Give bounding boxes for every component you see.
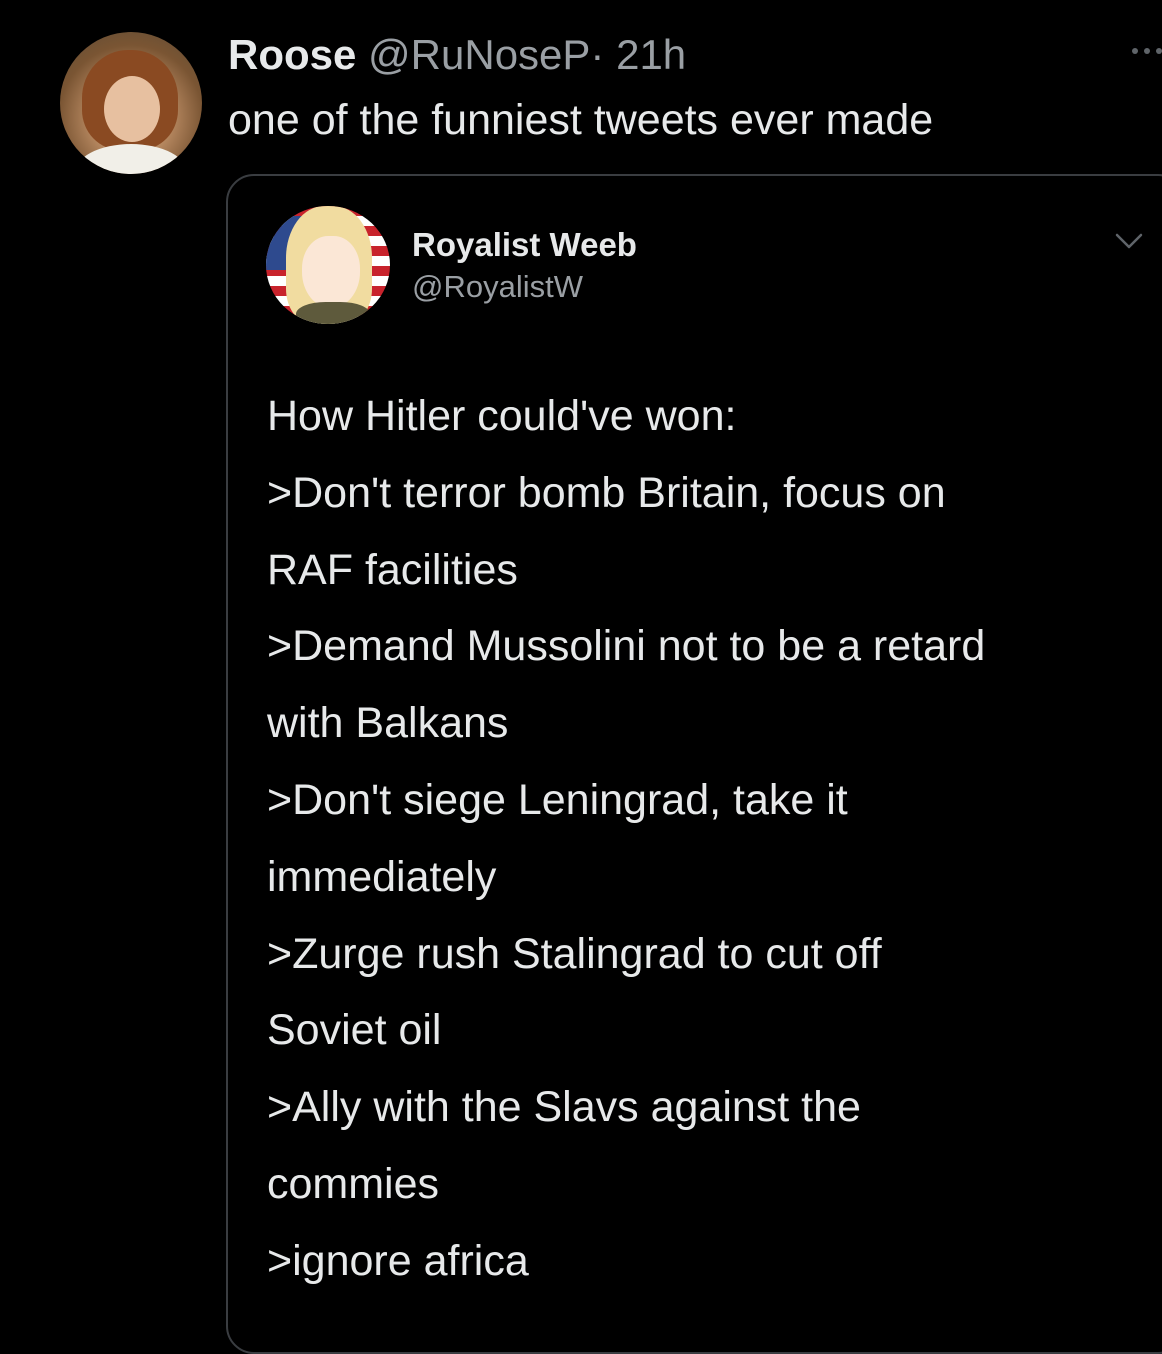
quoted-tweet-text: How Hitler could've won: >Don't terror b… bbox=[267, 378, 985, 1300]
tweet-text: one of the funniest tweets ever made bbox=[228, 96, 934, 144]
quoted-text-line: RAF facilities bbox=[267, 545, 518, 594]
more-icon-dot bbox=[1132, 48, 1138, 54]
chevron-down-icon[interactable] bbox=[1114, 230, 1144, 252]
quoted-avatar[interactable] bbox=[266, 206, 390, 324]
author-handle[interactable]: @RuNoseP bbox=[368, 31, 590, 78]
quoted-text-line: immediately bbox=[267, 852, 497, 901]
quoted-text-line: >Demand Mussolini not to be a retard bbox=[267, 622, 986, 671]
tweet-header: Roose @RuNoseP· 21h bbox=[228, 30, 686, 80]
quoted-text-line: >Zurge rush Stalingrad to cut off bbox=[267, 929, 882, 978]
avatar[interactable] bbox=[60, 32, 202, 174]
quoted-handle[interactable]: @RoyalistW bbox=[412, 268, 583, 306]
avatar-face bbox=[104, 76, 160, 142]
quoted-text-line: with Balkans bbox=[267, 699, 509, 748]
more-icon[interactable] bbox=[1132, 44, 1162, 58]
author-display-name[interactable]: Roose bbox=[228, 31, 356, 78]
more-icon-dot bbox=[1144, 48, 1150, 54]
quoted-text-line: >Don't terror bomb Britain, focus on bbox=[267, 468, 946, 517]
avatar-uniform bbox=[296, 302, 370, 324]
quoted-text-line: commies bbox=[267, 1159, 440, 1208]
more-icon-dot bbox=[1156, 48, 1162, 54]
separator-dot: · bbox=[590, 31, 605, 78]
avatar-shirt bbox=[74, 144, 188, 174]
tweet: Roose @RuNoseP· 21h one of the funniest … bbox=[0, 0, 1162, 1354]
quoted-text-line: How Hitler could've won: bbox=[267, 392, 737, 440]
quoted-display-name[interactable]: Royalist Weeb bbox=[412, 226, 637, 264]
quoted-text-line: >ignore africa bbox=[267, 1236, 529, 1285]
avatar-face bbox=[302, 236, 360, 308]
quoted-text-line: >Don't siege Leningrad, take it bbox=[267, 775, 848, 824]
quoted-text-line: Soviet oil bbox=[267, 1006, 442, 1055]
tweet-timestamp[interactable]: 21h bbox=[616, 31, 686, 78]
quoted-text-line: >Ally with the Slavs against the bbox=[267, 1083, 861, 1132]
